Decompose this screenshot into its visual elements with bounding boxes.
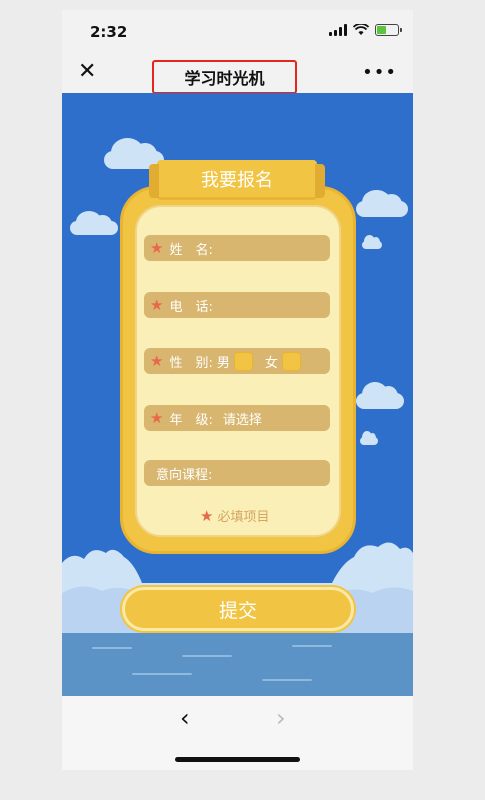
status-bar: 2:32 xyxy=(62,10,413,54)
page-title: 学习时光机 xyxy=(152,60,297,94)
required-star-icon: ★ xyxy=(150,352,164,370)
cloud xyxy=(356,189,408,217)
form-heading: 我要报名 xyxy=(149,160,325,200)
required-star-icon: ★ xyxy=(150,296,164,314)
nav-bar: ✕ 学习时光机 ••• xyxy=(62,54,413,94)
signal-icon xyxy=(329,24,347,36)
status-time: 2:32 xyxy=(90,23,128,41)
gender-field: ★ 性 别: 男 女 xyxy=(144,348,330,374)
submit-button[interactable]: 提交 xyxy=(122,587,354,631)
phone-field[interactable]: ★ 电 话: xyxy=(144,292,330,318)
gender-label: 性 别: xyxy=(169,355,213,371)
required-star-icon: ★ xyxy=(200,506,214,525)
more-icon[interactable]: ••• xyxy=(362,62,397,83)
gender-male-checkbox[interactable] xyxy=(233,351,253,371)
name-field[interactable]: ★ 姓 名: xyxy=(144,235,330,261)
grade-select[interactable]: ★ 年 级: 请选择 xyxy=(144,405,330,431)
cloud xyxy=(70,211,118,235)
course-field[interactable]: 意向课程: xyxy=(144,460,330,486)
forward-arrow-icon[interactable]: › xyxy=(276,704,286,732)
grade-label: 年 级: xyxy=(169,412,213,428)
name-label: 姓 名: xyxy=(169,242,213,258)
required-note: ★ 必填项目 xyxy=(200,506,270,526)
close-icon[interactable]: ✕ xyxy=(78,60,96,84)
cloud xyxy=(362,235,382,249)
phone-label: 电 话: xyxy=(169,299,213,315)
gender-option-female-label: 女 xyxy=(264,355,278,371)
phone-screen: 2:32 ✕ 学习时光机 ••• 我要报名 ★ 姓 名: ★ 电 话: ★ 性 … xyxy=(62,10,413,770)
status-icons xyxy=(329,24,402,36)
cloud xyxy=(356,381,404,409)
home-indicator[interactable] xyxy=(175,757,300,762)
wifi-icon xyxy=(353,24,369,35)
grade-placeholder: 请选择 xyxy=(222,412,262,428)
back-arrow-icon[interactable]: ‹ xyxy=(180,704,190,732)
required-star-icon: ★ xyxy=(150,409,164,427)
gender-female-checkbox[interactable] xyxy=(281,351,301,371)
required-note-text: 必填项目 xyxy=(217,510,270,525)
battery-icon xyxy=(375,24,402,36)
browser-toolbar: ‹ › xyxy=(62,696,413,770)
course-label: 意向课程: xyxy=(156,467,213,483)
sea xyxy=(62,633,413,696)
cloud xyxy=(360,431,378,445)
gender-option-male-label: 男 xyxy=(216,355,230,371)
required-star-icon: ★ xyxy=(150,239,164,257)
signup-scene: 我要报名 ★ 姓 名: ★ 电 话: ★ 性 别: 男 女 ★ 年 级: 请选择… xyxy=(62,93,413,696)
